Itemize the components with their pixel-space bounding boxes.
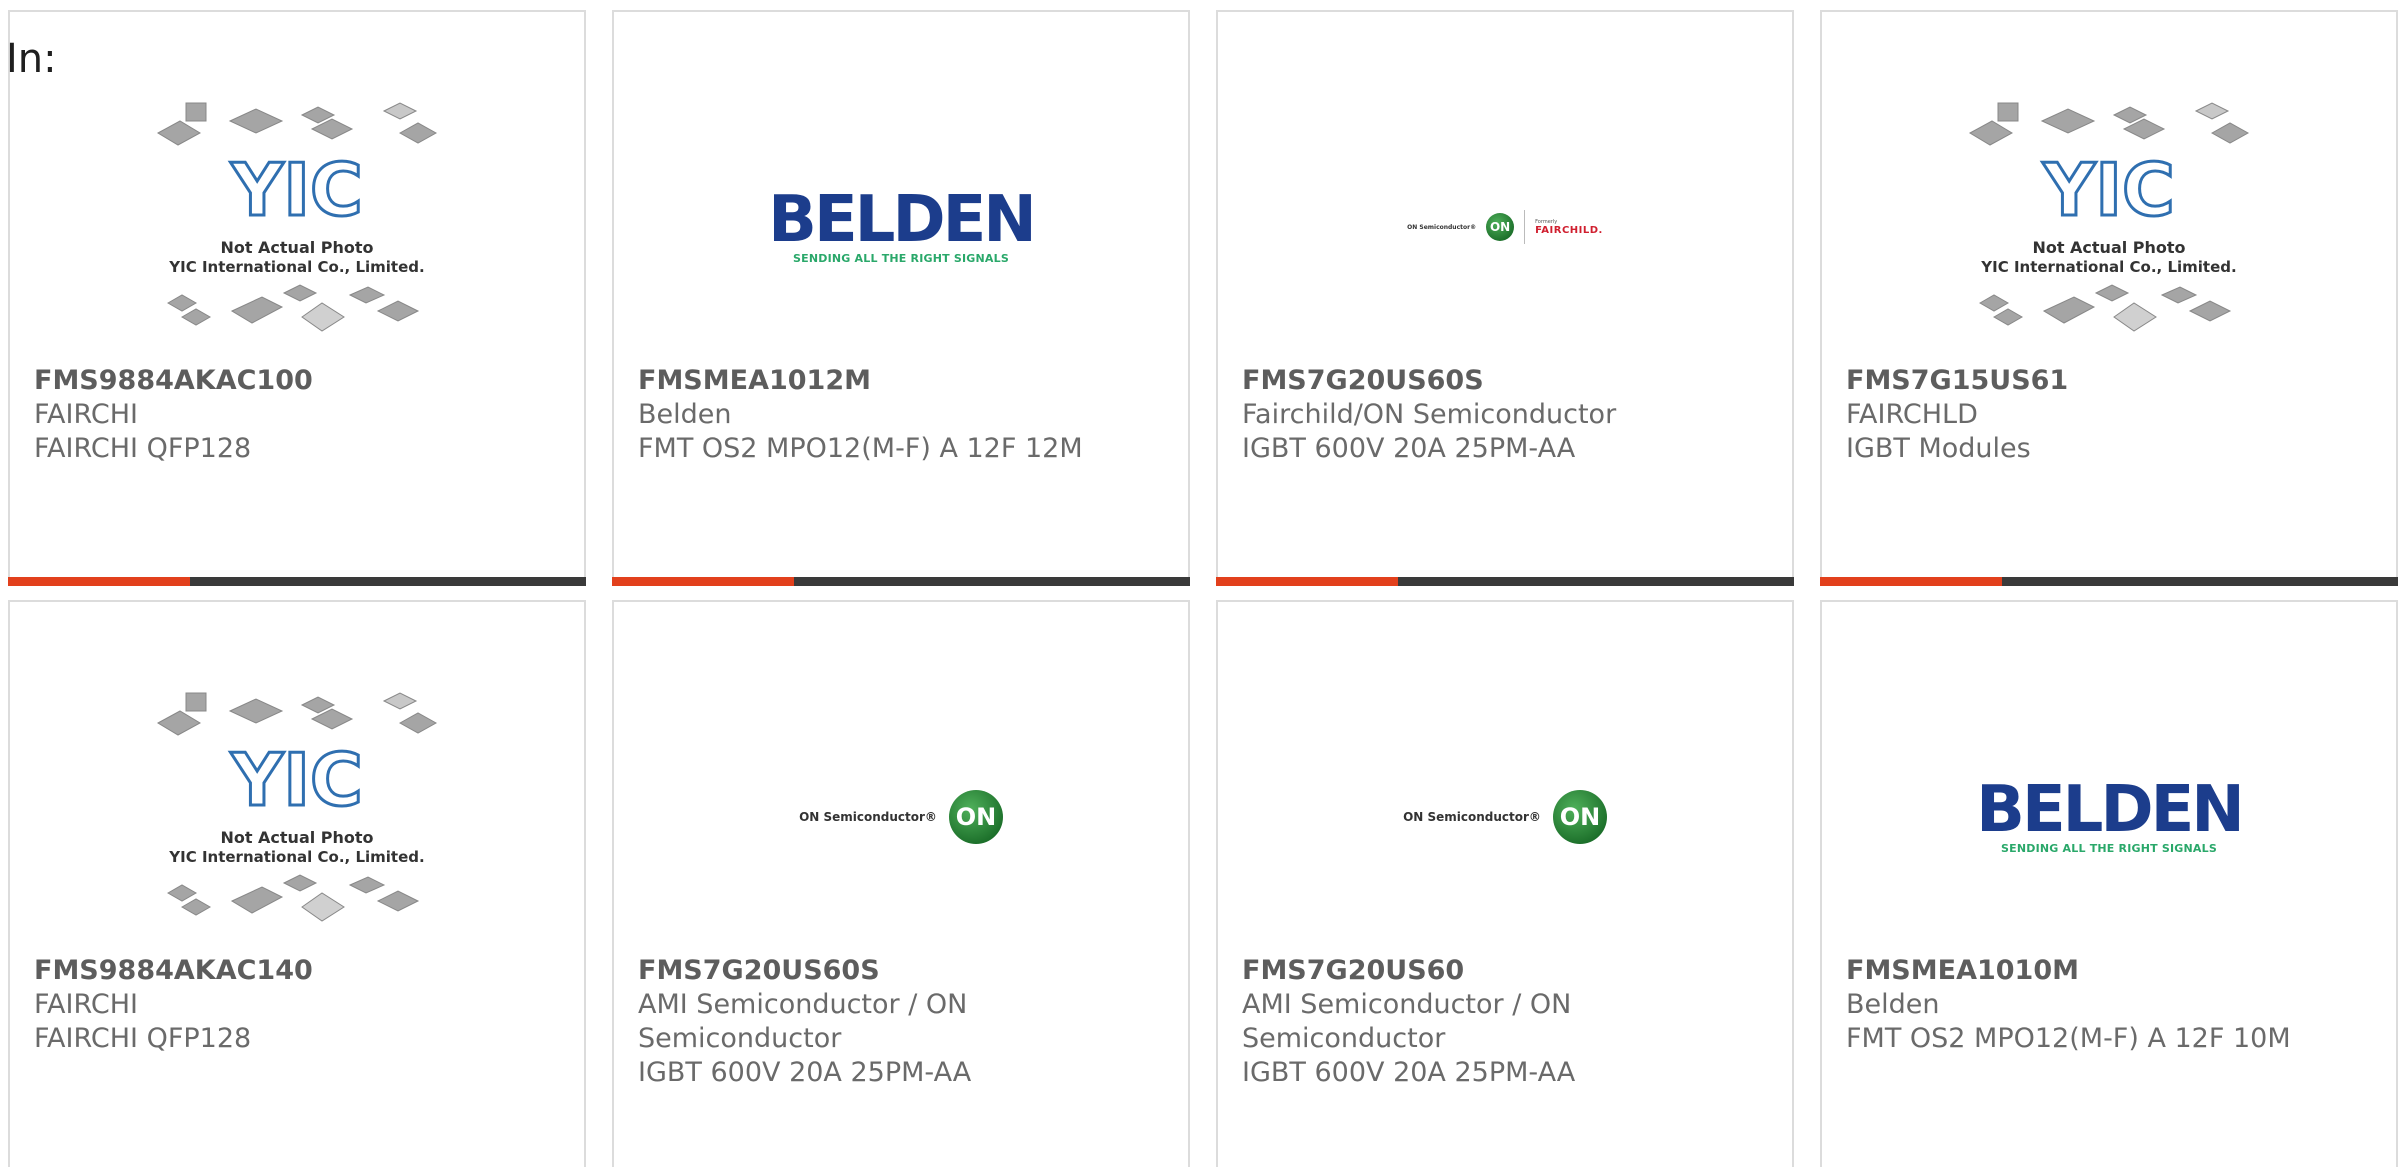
product-manufacturer: Belden xyxy=(638,399,732,430)
yic-placeholder-image: YIC Not Actual Photo YIC International C… xyxy=(1968,102,2250,332)
product-manufacturer: AMI Semiconductor / ON Semiconductor xyxy=(1242,989,1572,1054)
svg-text:YIC: YIC xyxy=(230,148,363,232)
product-part-number[interactable]: FMSMEA1010M xyxy=(1846,954,2376,988)
card-bottom-bar xyxy=(8,577,586,586)
product-manufacturer: Fairchild/ON Semiconductor xyxy=(1242,399,1617,430)
belden-logo: BELDEN SENDING ALL THE RIGHT SIGNALS xyxy=(1976,772,2245,855)
svg-text:YIC: YIC xyxy=(2042,148,2175,232)
yic-placeholder-image: YIC Not Actual Photo YIC International C… xyxy=(156,102,438,332)
product-image: ON Semiconductor® ON xyxy=(614,682,1188,952)
on-fairchild-logo: ON Semiconductor® ON Formerly FAIRCHILD. xyxy=(1407,210,1603,244)
product-card[interactable]: ON Semiconductor® ON Formerly FAIRCHILD.… xyxy=(1216,10,1794,586)
product-part-number[interactable]: FMS7G20US60S xyxy=(638,954,1168,988)
card-accent-bar xyxy=(1820,577,2002,586)
product-image: YIC Not Actual Photo YIC International C… xyxy=(10,92,584,362)
product-description: FAIRCHI QFP128 xyxy=(34,1023,252,1054)
product-image: ON Semiconductor® ON xyxy=(1218,682,1792,952)
product-image: YIC Not Actual Photo YIC International C… xyxy=(10,682,584,952)
product-image: BELDEN SENDING ALL THE RIGHT SIGNALS xyxy=(614,92,1188,362)
product-part-number[interactable]: FMS7G15US61 xyxy=(1846,364,2376,398)
svg-text:YIC: YIC xyxy=(230,738,363,822)
product-description: IGBT 600V 20A 25PM-AA xyxy=(638,1057,972,1088)
product-description: FMT OS2 MPO12(M-F) A 12F 12M xyxy=(638,433,1083,464)
product-part-number[interactable]: FMS9884AKAC140 xyxy=(34,954,564,988)
card-accent-bar xyxy=(1216,577,1398,586)
product-part-number[interactable]: FMS7G20US60 xyxy=(1242,954,1772,988)
belden-logo: BELDEN SENDING ALL THE RIGHT SIGNALS xyxy=(768,182,1037,265)
product-image: BELDEN SENDING ALL THE RIGHT SIGNALS xyxy=(1822,682,2396,952)
product-manufacturer: Belden xyxy=(1846,989,1940,1020)
product-manufacturer: AMI Semiconductor / ON Semiconductor xyxy=(638,989,968,1054)
yic-placeholder-image: YIC Not Actual Photo YIC International C… xyxy=(156,692,438,922)
card-bottom-bar xyxy=(612,577,1190,586)
product-description: IGBT 600V 20A 25PM-AA xyxy=(1242,433,1576,464)
on-semiconductor-logo: ON Semiconductor® ON xyxy=(799,790,1003,844)
product-part-number[interactable]: FMS7G20US60S xyxy=(1242,364,1772,398)
product-manufacturer: FAIRCHLD xyxy=(1846,399,1978,430)
product-image: YIC Not Actual Photo YIC International C… xyxy=(1822,92,2396,362)
product-card[interactable]: ON Semiconductor® ON FMS7G20US60 AMI Sem… xyxy=(1216,600,1794,1167)
svg-text:Not Actual Photo: Not Actual Photo xyxy=(220,828,373,847)
product-card[interactable]: ON Semiconductor® ON FMS7G20US60S AMI Se… xyxy=(612,600,1190,1167)
on-semiconductor-logo: ON Semiconductor® ON xyxy=(1403,790,1607,844)
product-manufacturer: FAIRCHI xyxy=(34,399,139,430)
product-card[interactable]: YIC Not Actual Photo YIC International C… xyxy=(8,10,586,586)
card-accent-bar xyxy=(8,577,190,586)
product-description: FAIRCHI QFP128 xyxy=(34,433,252,464)
card-bottom-bar xyxy=(1216,577,1794,586)
svg-text:YIC International Co., Limited: YIC International Co., Limited. xyxy=(168,258,424,276)
svg-text:Not Actual Photo: Not Actual Photo xyxy=(220,238,373,257)
product-part-number[interactable]: FMSMEA1012M xyxy=(638,364,1168,398)
product-description: IGBT Modules xyxy=(1846,433,2031,464)
product-card[interactable]: YIC Not Actual Photo YIC International C… xyxy=(8,600,586,1167)
product-description: FMT OS2 MPO12(M-F) A 12F 10M xyxy=(1846,1023,2291,1054)
card-accent-bar xyxy=(612,577,794,586)
product-manufacturer: FAIRCHI xyxy=(34,989,139,1020)
svg-text:YIC International Co., Limited: YIC International Co., Limited. xyxy=(168,848,424,866)
svg-text:YIC International Co., Limited: YIC International Co., Limited. xyxy=(1980,258,2236,276)
product-description: IGBT 600V 20A 25PM-AA xyxy=(1242,1057,1576,1088)
product-card[interactable]: BELDEN SENDING ALL THE RIGHT SIGNALS FMS… xyxy=(1820,600,2398,1167)
product-card[interactable]: BELDEN SENDING ALL THE RIGHT SIGNALS FMS… xyxy=(612,10,1190,586)
svg-text:Not Actual Photo: Not Actual Photo xyxy=(2032,238,2185,257)
in-filter-label: In: xyxy=(6,36,57,82)
product-part-number[interactable]: FMS9884AKAC100 xyxy=(34,364,564,398)
product-grid-page: In: YIC Not Actual Photo YIC Internation… xyxy=(0,0,2400,1167)
card-bottom-bar xyxy=(1820,577,2398,586)
product-image: ON Semiconductor® ON Formerly FAIRCHILD. xyxy=(1218,92,1792,362)
product-card[interactable]: YIC Not Actual Photo YIC International C… xyxy=(1820,10,2398,586)
